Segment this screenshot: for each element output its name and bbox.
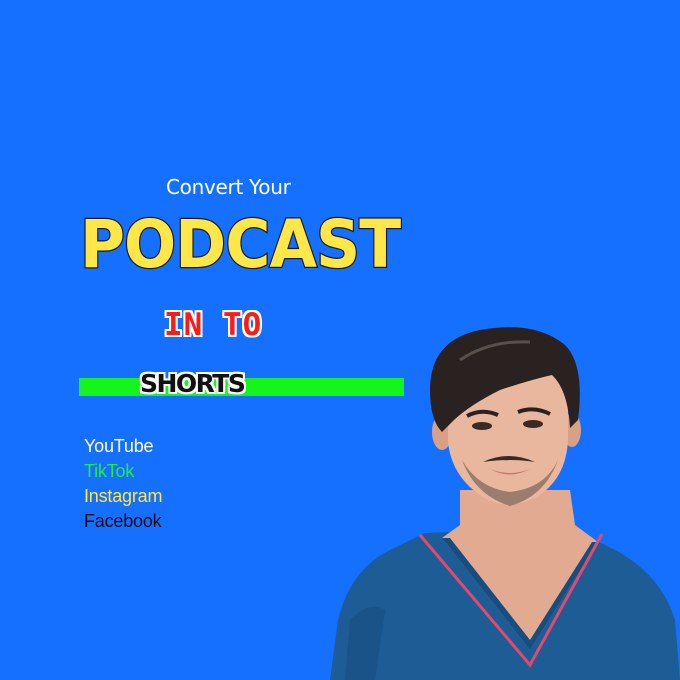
promo-banner: Convert Your PODCAST IN TO SHORTS YouTub…	[0, 0, 680, 680]
platform-youtube: YouTube	[84, 436, 154, 456]
connector-text: IN TO	[164, 307, 263, 343]
platform-tiktok: TikTok	[84, 461, 135, 481]
eye-left	[472, 422, 492, 430]
platform-instagram: Instagram	[84, 486, 163, 506]
highlight-text: SHORTS	[140, 369, 246, 398]
portrait-photo	[330, 327, 680, 680]
platform-list: YouTube TikTok Instagram Facebook	[84, 434, 162, 534]
eye-right	[523, 420, 543, 428]
platform-facebook: Facebook	[84, 511, 162, 531]
subtitle: Convert Your	[166, 175, 291, 199]
headline: PODCAST	[79, 206, 402, 283]
